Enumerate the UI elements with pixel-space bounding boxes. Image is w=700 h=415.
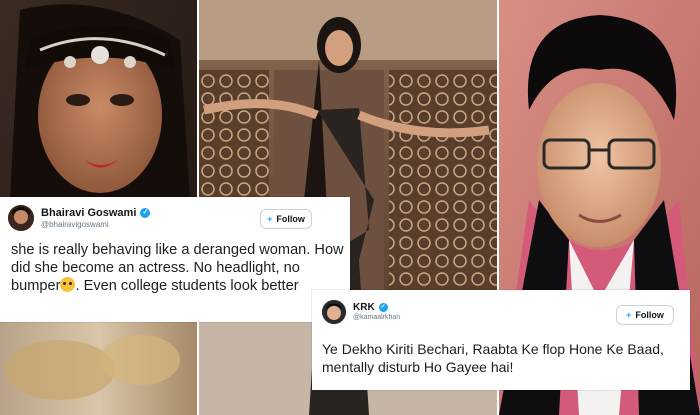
- tweet-text-part-2: . Even college students look better: [75, 278, 299, 295]
- tweet-author-name-row: KRK ✓: [353, 302, 400, 314]
- tweet-author-handle[interactable]: @bhairavigoswami: [41, 220, 150, 229]
- avatar[interactable]: [8, 205, 34, 231]
- tweet-card-krk: KRK ✓ @kamaalrkhan + Follow Ye Dekho Kir…: [312, 290, 690, 390]
- verified-badge-icon: ✓: [378, 303, 388, 313]
- avatar[interactable]: [322, 300, 346, 324]
- follow-button[interactable]: + Follow: [616, 305, 674, 325]
- add-user-icon: +: [267, 214, 273, 224]
- tweet-card-bhairavi: Bhairavi Goswami ✓ @bhairavigoswami + Fo…: [0, 197, 350, 322]
- tweet-author-name-row: Bhairavi Goswami ✓: [41, 207, 151, 220]
- tweet-author-name[interactable]: Bhairavi Goswami: [41, 207, 136, 220]
- tweet-text: she is really behaving like a deranged w…: [11, 241, 351, 296]
- follow-button-label: Follow: [276, 214, 305, 224]
- tweet-text: Ye Dekho Kiriti Bechari, Raabta Ke flop …: [322, 341, 664, 375]
- tweet-author-name[interactable]: KRK: [353, 302, 375, 314]
- tweet-author-handle[interactable]: @kamaalrkhan: [353, 314, 400, 322]
- flushed-face-emoji-icon: [60, 277, 76, 293]
- follow-button[interactable]: + Follow: [260, 209, 312, 229]
- tweet-header: KRK ✓ @kamaalrkhan: [322, 300, 400, 324]
- tweet-header: Bhairavi Goswami ✓ @bhairavigoswami: [8, 205, 151, 231]
- verified-badge-icon: ✓: [140, 208, 151, 219]
- follow-button-label: Follow: [635, 310, 664, 320]
- add-user-icon: +: [626, 310, 632, 320]
